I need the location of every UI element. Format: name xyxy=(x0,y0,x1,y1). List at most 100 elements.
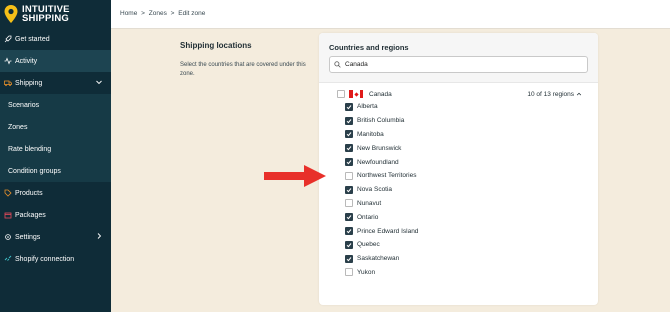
checkmark-icon xyxy=(346,215,352,220)
tag-icon xyxy=(4,189,12,197)
sidebar-item-settings[interactable]: Settings xyxy=(0,226,111,248)
region-checkbox[interactable] xyxy=(345,158,353,167)
sidebar-item-condition-groups[interactable]: Condition groups xyxy=(0,160,111,182)
region-row[interactable]: Ontario xyxy=(345,210,418,224)
region-row[interactable]: Manitoba xyxy=(345,128,418,142)
checkmark-icon xyxy=(346,118,352,124)
sidebar-item-shipping[interactable]: Shipping xyxy=(0,72,111,94)
sidebar-item-label: Rate blending xyxy=(8,145,52,153)
region-name: Yukon xyxy=(357,268,376,276)
region-name: Nova Scotia xyxy=(357,186,393,194)
rocket-icon xyxy=(4,35,12,43)
region-name: Ontario xyxy=(357,213,379,221)
checkmark-icon xyxy=(346,160,352,165)
region-checkbox[interactable] xyxy=(345,227,353,236)
region-row[interactable]: New Brunswick xyxy=(345,141,418,155)
region-checkbox[interactable] xyxy=(345,254,353,263)
card-title: Countries and regions xyxy=(329,43,409,52)
region-name: Newfoundland xyxy=(357,158,399,166)
sidebar: INTUITIVE SHIPPING Get started Activity … xyxy=(0,0,111,312)
region-name: Saskatchewan xyxy=(357,255,400,263)
chevron-up-icon xyxy=(576,92,582,96)
sidebar-item-label: Activity xyxy=(15,57,38,65)
truck-icon xyxy=(4,79,12,87)
region-checkbox[interactable] xyxy=(345,199,353,208)
link-icon xyxy=(4,255,12,263)
country-row[interactable]: Canada 10 of 13 regions xyxy=(337,88,592,100)
region-name: Prince Edward Island xyxy=(357,227,419,235)
region-row[interactable]: Prince Edward Island xyxy=(345,224,418,238)
breadcrumb-home[interactable]: Home xyxy=(120,10,137,17)
sidebar-item-products[interactable]: Products xyxy=(0,182,111,204)
region-name: British Columbia xyxy=(357,117,405,125)
region-name: Quebec xyxy=(357,241,380,249)
country-checkbox[interactable] xyxy=(337,90,345,98)
chevron-right-icon xyxy=(95,232,103,240)
activity-icon xyxy=(4,57,12,65)
search-box[interactable] xyxy=(329,56,588,73)
sidebar-item-scenarios[interactable]: Scenarios xyxy=(0,94,111,116)
region-name: Nunavut xyxy=(357,199,382,207)
checkmark-icon xyxy=(346,256,352,261)
sidebar-item-get-started[interactable]: Get started xyxy=(0,28,111,50)
sidebar-item-label: Get started xyxy=(15,35,50,43)
chevron-down-icon xyxy=(95,78,103,86)
breadcrumb: Home > Zones > Edit zone xyxy=(120,10,207,17)
region-count-toggle[interactable]: 10 of 13 regions xyxy=(527,91,582,98)
sidebar-item-label: Shipping xyxy=(15,79,43,87)
region-checkbox[interactable] xyxy=(345,268,353,277)
sidebar-item-label: Zones xyxy=(8,123,28,131)
sidebar-item-packages[interactable]: Packages xyxy=(0,204,111,226)
search-icon xyxy=(334,61,341,68)
country-name: Canada xyxy=(369,90,392,98)
breadcrumb-edit-zone: Edit zone xyxy=(178,10,206,17)
checkmark-icon xyxy=(346,229,352,234)
sidebar-item-label: Condition groups xyxy=(8,167,61,175)
top-bar: Home > Zones > Edit zone xyxy=(111,0,670,29)
region-checkbox[interactable] xyxy=(345,185,353,194)
sidebar-item-label: Scenarios xyxy=(8,101,40,109)
red-arrow-annotation xyxy=(262,163,328,189)
region-row[interactable]: Quebec xyxy=(345,238,418,252)
region-row[interactable]: Newfoundland xyxy=(345,155,418,169)
region-checkbox[interactable] xyxy=(345,116,353,125)
region-checkbox[interactable] xyxy=(345,102,353,111)
region-list: Alberta British Columbia Manitoba New Bruns… xyxy=(345,100,418,279)
region-name: Northwest Territories xyxy=(357,172,417,180)
checkmark-icon xyxy=(346,243,352,248)
canada-flag-icon xyxy=(349,90,363,98)
checkmark-icon xyxy=(346,187,352,193)
region-count: 10 of 13 regions xyxy=(527,90,574,98)
region-checkbox[interactable] xyxy=(345,144,353,153)
brand-name: INTUITIVE SHIPPING xyxy=(22,4,70,24)
card-header: Countries and regions xyxy=(319,33,598,83)
sidebar-item-label: Settings xyxy=(15,233,41,241)
region-row[interactable]: Saskatchewan xyxy=(345,252,418,266)
sidebar-item-zones[interactable]: Zones xyxy=(0,116,111,138)
region-checkbox[interactable] xyxy=(345,213,353,222)
region-row[interactable]: Northwest Territories xyxy=(345,169,418,183)
section-title: Shipping locations xyxy=(180,41,252,50)
region-row[interactable]: Alberta xyxy=(345,100,418,114)
region-row[interactable]: Nova Scotia xyxy=(345,183,418,197)
region-checkbox[interactable] xyxy=(345,171,353,180)
box-icon xyxy=(4,211,12,219)
region-name: Alberta xyxy=(357,103,378,111)
region-checkbox[interactable] xyxy=(345,240,353,249)
breadcrumb-separator: > xyxy=(170,10,175,17)
region-row[interactable]: Yukon xyxy=(345,266,418,280)
checkmark-icon xyxy=(346,132,352,137)
gear-icon xyxy=(4,233,12,241)
brand-logo[interactable]: INTUITIVE SHIPPING xyxy=(0,0,111,28)
sidebar-item-rate-blending[interactable]: Rate blending xyxy=(0,138,111,160)
breadcrumb-zones[interactable]: Zones xyxy=(149,10,167,17)
region-row[interactable]: Nunavut xyxy=(345,197,418,211)
sidebar-item-shopify-connection[interactable]: Shopify connection xyxy=(0,248,111,270)
search-input[interactable] xyxy=(345,61,575,68)
region-checkbox[interactable] xyxy=(345,130,353,139)
countries-card: Countries and regions Canada 10 of 13 re… xyxy=(319,33,598,305)
section-description: Select the countries that are covered un… xyxy=(180,62,306,77)
sidebar-item-activity[interactable]: Activity xyxy=(0,50,111,72)
checkmark-icon xyxy=(346,146,352,151)
region-row[interactable]: British Columbia xyxy=(345,114,418,128)
